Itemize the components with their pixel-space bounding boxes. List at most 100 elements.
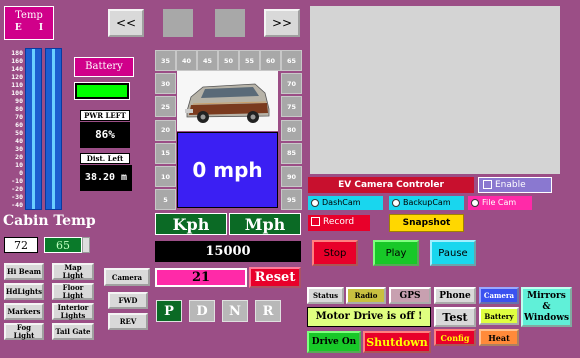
speed-tile: 95	[281, 189, 302, 211]
heat-tab[interactable]: Heat	[479, 329, 519, 346]
nav-prev-button[interactable]: <<	[108, 9, 144, 37]
temp-scale-tick: 0	[19, 169, 23, 177]
speed-tile: 55	[239, 50, 260, 71]
floor-light-button[interactable]: Floor Light	[52, 283, 94, 300]
temp-scale-tick: -20	[11, 185, 23, 193]
temp-e-label: E	[14, 23, 22, 33]
speed-tile: 50	[218, 50, 239, 71]
pause-button[interactable]: Pause	[430, 240, 476, 266]
speed-tile: 15	[155, 142, 176, 164]
record-label: Record	[323, 217, 355, 227]
pwr-left-label: PWR LEFT	[80, 110, 130, 121]
dist-left-label: Dist. Left	[80, 153, 130, 164]
camera-tab[interactable]: Camera	[479, 287, 519, 304]
radio-tab[interactable]: Radio	[346, 287, 386, 304]
temp-scale-tick: 140	[11, 65, 23, 73]
mph-button[interactable]: Mph	[229, 213, 301, 235]
hdlights-button[interactable]: HdLights	[4, 283, 44, 300]
speed-tile: 20	[155, 119, 176, 141]
temp-scale-tick: -30	[11, 193, 23, 201]
speed-tile: 70	[281, 73, 302, 95]
fwd-button[interactable]: FWD	[108, 292, 148, 309]
van-image	[177, 71, 278, 131]
nav-next-button[interactable]: >>	[264, 9, 300, 37]
test-button[interactable]: Test	[434, 307, 476, 327]
hi-beam-button[interactable]: Hi Beam	[4, 263, 44, 280]
speed-tile: 80	[281, 119, 302, 141]
battery-level-bar	[74, 82, 130, 100]
fog-light-button[interactable]: Fog Light	[4, 323, 44, 340]
trip-meter: 21	[155, 268, 247, 287]
speed-tile: 35	[155, 50, 176, 71]
temp-scale-tick: 50	[15, 129, 23, 137]
battery-tab[interactable]: Battery	[479, 307, 519, 325]
rev-button[interactable]: REV	[108, 313, 148, 330]
temp-scale: 180 160 140 120 110 100 90 80 70 60 50 40 30 20 10 0 -10…	[3, 50, 25, 210]
speed-tile: 85	[281, 142, 302, 164]
map-light-button[interactable]: Map Light	[52, 263, 94, 280]
stop-button[interactable]: Stop	[312, 240, 358, 266]
top-indicator-2	[215, 9, 245, 37]
temp-scale-tick: 100	[11, 89, 23, 97]
temp-scale-tick: -40	[11, 201, 23, 209]
temp-i-label: I	[38, 23, 44, 33]
pwr-left-value: 86%	[80, 122, 130, 148]
top-indicator-1	[163, 9, 193, 37]
record-checkbox[interactable]: Record	[308, 215, 370, 231]
gear-n-button[interactable]: N	[222, 300, 248, 322]
gear-d-button[interactable]: D	[189, 300, 215, 322]
kph-button[interactable]: Kph	[155, 213, 227, 235]
backupcam-label: BackupCam	[403, 198, 451, 207]
speed-tile: 25	[155, 96, 176, 118]
snapshot-button[interactable]: Snapshot	[389, 214, 464, 232]
phone-tab[interactable]: Phone	[434, 287, 476, 304]
ev-camera-title: EV Camera Controler	[308, 177, 474, 193]
interior-lights-button[interactable]: Interior Lights	[52, 303, 94, 320]
temp-scale-tick: 70	[15, 113, 23, 121]
dist-left-value: 38.20 m	[80, 165, 132, 191]
drive-on-button[interactable]: Drive On	[307, 331, 361, 353]
speed-tile: 45	[197, 50, 218, 71]
temp-scale-tick: 10	[15, 161, 23, 169]
speed-tile: 60	[260, 50, 281, 71]
temp-scale-tick: 180	[11, 49, 23, 57]
backupcam-radio[interactable]: BackupCam	[389, 196, 464, 210]
cabin-temp-spin[interactable]	[82, 237, 90, 253]
odometer: 15000	[155, 241, 301, 262]
dashcam-radio[interactable]: DashCam	[308, 196, 383, 210]
shutdown-button[interactable]: Shutdown	[363, 331, 431, 353]
play-button[interactable]: Play	[373, 240, 419, 266]
battery-label: Battery	[74, 57, 134, 77]
markers-button[interactable]: Markers	[4, 303, 44, 320]
status-tab[interactable]: Status	[307, 287, 344, 304]
file-cam-radio-icon	[471, 198, 479, 207]
battery-level-fill	[77, 85, 127, 97]
speed-tile: 10	[155, 166, 176, 187]
temp-title: Temp	[15, 10, 43, 21]
reset-button[interactable]: Reset	[249, 267, 301, 288]
gear-p-button[interactable]: P	[156, 300, 182, 322]
enable-checkbox[interactable]: Enable	[478, 177, 552, 193]
cabin-temp-value-2: 65	[44, 237, 82, 253]
temp-scale-tick: 90	[15, 97, 23, 105]
gps-tab[interactable]: GPS	[389, 287, 431, 304]
tail-gate-button[interactable]: Tail Gate	[52, 323, 94, 340]
config-tab[interactable]: Config	[434, 329, 476, 346]
gear-r-button[interactable]: R	[255, 300, 281, 322]
file-cam-radio[interactable]: File Cam	[468, 196, 532, 210]
record-check-icon	[311, 217, 320, 226]
temp-header: Temp E I	[4, 6, 54, 40]
motor-status: Motor Drive is off !	[307, 307, 431, 327]
enable-label: Enable	[495, 180, 526, 190]
temp-scale-tick: 80	[15, 105, 23, 113]
temp-gauge-i	[45, 48, 62, 210]
temp-scale-tick: 30	[15, 145, 23, 153]
mirrors-windows-tab[interactable]: Mirrors & Windows	[521, 287, 572, 327]
file-cam-label: File Cam	[482, 198, 517, 207]
speed-tile: 75	[281, 96, 302, 118]
speed-value: 0 mph	[192, 158, 263, 182]
cabin-temp-label: Cabin Temp	[3, 213, 96, 229]
camera-button[interactable]: Camera	[104, 268, 150, 286]
temp-scale-tick: -10	[11, 177, 23, 185]
temp-gauge-e	[25, 48, 42, 210]
